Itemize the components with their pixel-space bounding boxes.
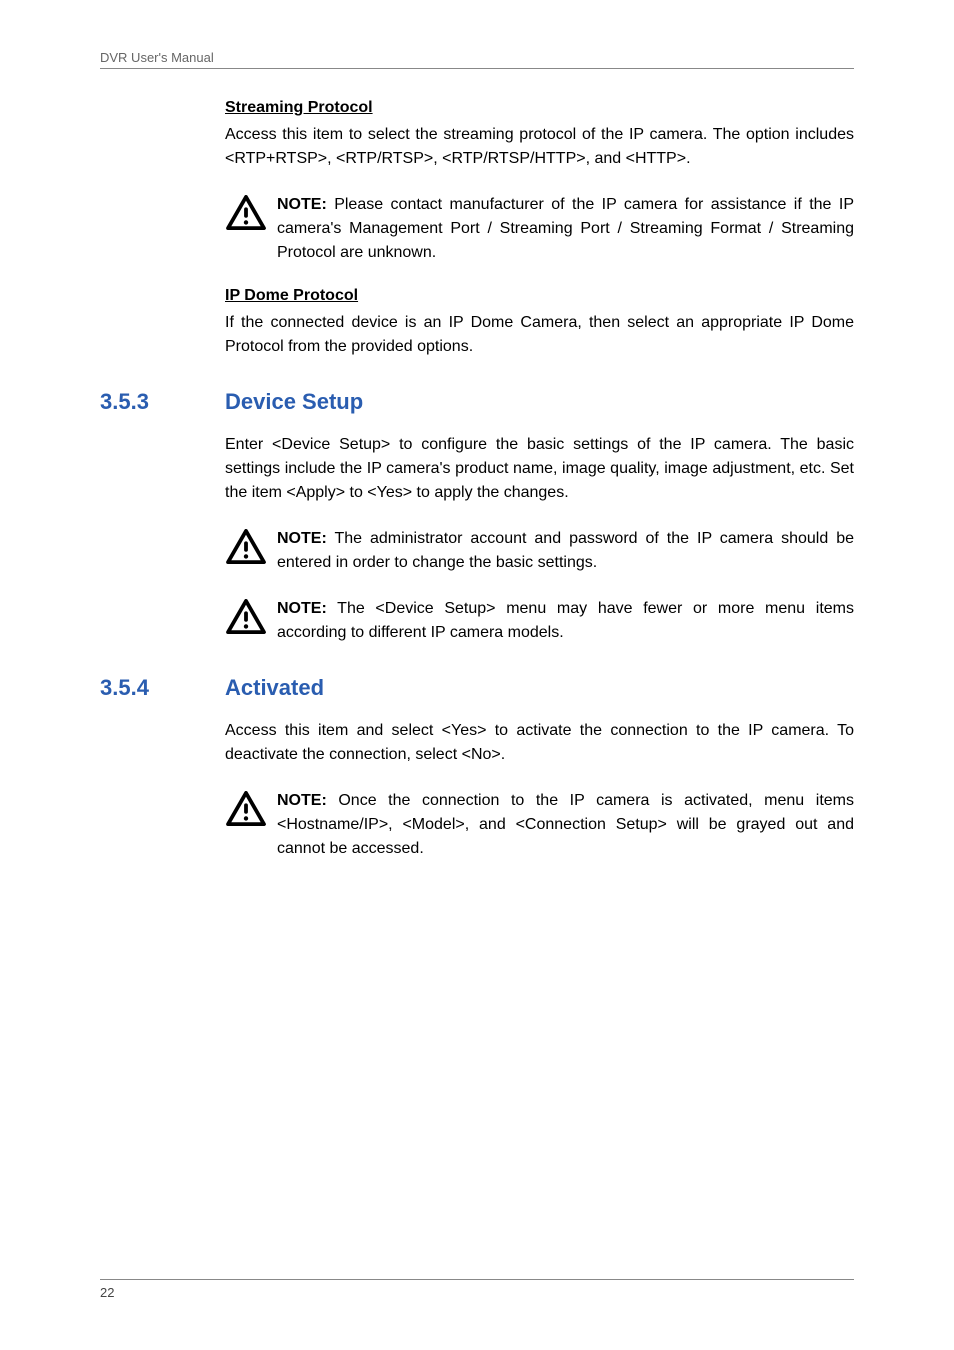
note-2-body: The administrator account and password o… bbox=[277, 530, 854, 571]
note-3-label: NOTE: bbox=[277, 600, 327, 617]
streaming-protocol-heading: Streaming Protocol bbox=[225, 99, 854, 117]
note-block-1: NOTE: Please contact manufacturer of the… bbox=[225, 193, 854, 265]
section-353-number: 3.5.3 bbox=[100, 389, 225, 415]
note-4-body: Once the connection to the IP camera is … bbox=[277, 792, 854, 857]
note-1-label: NOTE: bbox=[277, 196, 327, 213]
ip-dome-protocol-body: If the connected device is an IP Dome Ca… bbox=[225, 311, 854, 359]
note-block-2: NOTE: The administrator account and pass… bbox=[225, 527, 854, 575]
section-354-title: Activated bbox=[225, 675, 324, 701]
page-number: 22 bbox=[100, 1285, 854, 1300]
section-354-body: Access this item and select <Yes> to act… bbox=[225, 719, 854, 767]
note-1-text: NOTE: Please contact manufacturer of the… bbox=[277, 193, 854, 265]
header-divider bbox=[100, 68, 854, 69]
warning-icon bbox=[225, 791, 267, 827]
section-353-title: Device Setup bbox=[225, 389, 363, 415]
section-353-body: Enter <Device Setup> to configure the ba… bbox=[225, 433, 854, 505]
section-353-row: 3.5.3 Device Setup bbox=[100, 389, 854, 415]
note-1-body: Please contact manufacturer of the IP ca… bbox=[277, 196, 854, 261]
footer-divider bbox=[100, 1279, 854, 1280]
note-3-text: NOTE: The <Device Setup> menu may have f… bbox=[277, 597, 854, 645]
warning-icon bbox=[225, 599, 267, 635]
header-title: DVR User's Manual bbox=[100, 50, 854, 65]
note-3-body: The <Device Setup> menu may have fewer o… bbox=[277, 600, 854, 641]
section-354-number: 3.5.4 bbox=[100, 675, 225, 701]
warning-icon bbox=[225, 195, 267, 231]
note-block-3: NOTE: The <Device Setup> menu may have f… bbox=[225, 597, 854, 645]
note-4-text: NOTE: Once the connection to the IP came… bbox=[277, 789, 854, 861]
warning-icon bbox=[225, 529, 267, 565]
note-4-label: NOTE: bbox=[277, 792, 327, 809]
ip-dome-protocol-heading: IP Dome Protocol bbox=[225, 287, 854, 305]
footer: 22 bbox=[100, 1279, 854, 1300]
note-block-4: NOTE: Once the connection to the IP came… bbox=[225, 789, 854, 861]
note-2-text: NOTE: The administrator account and pass… bbox=[277, 527, 854, 575]
streaming-protocol-body: Access this item to select the streaming… bbox=[225, 123, 854, 171]
section-354-row: 3.5.4 Activated bbox=[100, 675, 854, 701]
note-2-label: NOTE: bbox=[277, 530, 327, 547]
